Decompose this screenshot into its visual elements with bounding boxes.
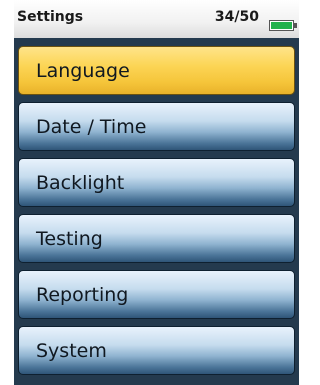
menu-item-backlight[interactable]: Backlight xyxy=(18,158,295,207)
battery-icon xyxy=(269,16,299,31)
menu-item-system[interactable]: System xyxy=(18,326,295,375)
screen-title: Settings xyxy=(17,9,84,25)
menu-item-date-time[interactable]: Date / Time xyxy=(18,102,295,151)
menu-item-label: System xyxy=(36,340,107,362)
menu-item-label: Date / Time xyxy=(36,116,147,138)
menu-item-language[interactable]: Language xyxy=(18,46,295,95)
menu-item-label: Reporting xyxy=(36,284,129,306)
menu-item-testing[interactable]: Testing xyxy=(18,214,295,263)
menu-item-label: Language xyxy=(36,60,130,82)
menu-item-label: Backlight xyxy=(36,172,125,194)
page-counter: 34/50 xyxy=(214,9,259,25)
menu-item-label: Testing xyxy=(36,228,103,250)
menu-item-reporting[interactable]: Reporting xyxy=(18,270,295,319)
status-bar: Settings 34/50 xyxy=(14,0,299,38)
device-screen: Settings 34/50 Language Date / Time Back… xyxy=(14,0,299,385)
